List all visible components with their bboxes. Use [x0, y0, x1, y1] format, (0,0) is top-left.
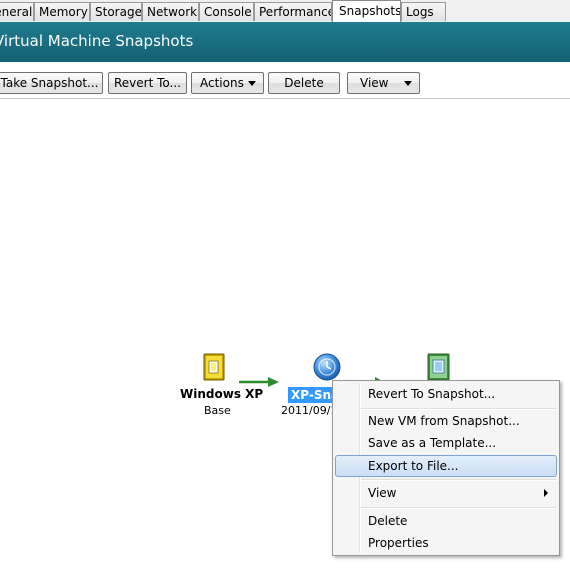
current-state-icon[interactable]	[425, 352, 453, 382]
delete-button[interactable]: Delete	[268, 72, 340, 94]
tab-memory[interactable]: Memory	[34, 2, 90, 21]
menu-item-label: Revert To Snapshot...	[368, 387, 496, 401]
button-label: Delete	[284, 76, 324, 90]
menu-item-label: View	[368, 486, 397, 500]
toolbar: Take Snapshot... Revert To... Actions De…	[0, 62, 570, 99]
menu-separator	[361, 507, 557, 509]
button-label: Actions	[200, 76, 244, 90]
take-snapshot-button[interactable]: Take Snapshot...	[0, 72, 103, 94]
tree-arrow	[238, 376, 280, 388]
tab-label: Console	[204, 5, 252, 19]
snapshot-clock-icon[interactable]	[312, 352, 342, 382]
tab-snapshots[interactable]: Snapshots	[332, 0, 401, 22]
chevron-down-icon	[404, 81, 412, 86]
tab-label: Network	[147, 5, 198, 19]
menu-item-label: Properties	[368, 536, 429, 550]
menu-item-label: Export to File...	[368, 459, 459, 473]
tab-performance[interactable]: Performance	[254, 2, 332, 21]
vm-base-icon[interactable]	[201, 352, 229, 382]
menu-item-new-vm-from-snapshot[interactable]: New VM from Snapshot...	[335, 410, 557, 432]
chevron-right-icon	[544, 489, 548, 497]
tab-console[interactable]: Console	[199, 2, 254, 21]
menu-item-label: New VM from Snapshot...	[368, 414, 520, 428]
revert-to-button[interactable]: Revert To...	[108, 72, 187, 94]
menu-item-label: Save as a Template...	[368, 436, 497, 450]
menu-separator	[361, 479, 557, 481]
node-subtitle: Base	[204, 404, 231, 417]
menu-item-label: Delete	[368, 514, 408, 528]
button-label: View	[360, 76, 389, 90]
tab-network[interactable]: Network	[142, 2, 199, 21]
button-label: Take Snapshot...	[0, 76, 99, 90]
tab-label: Logs	[406, 5, 434, 19]
tab-label: Performance	[259, 5, 332, 19]
tab-general[interactable]: General	[0, 2, 34, 21]
tab-label: Snapshots	[339, 4, 401, 18]
page-title: Virtual Machine Snapshots	[0, 32, 194, 50]
chevron-down-icon	[248, 81, 256, 86]
menu-item-export-to-file[interactable]: Export to File...	[335, 455, 557, 477]
button-label: Revert To...	[114, 76, 181, 90]
tab-storage[interactable]: Storage	[90, 2, 142, 21]
node-name[interactable]: Windows XP	[180, 387, 263, 401]
tab-logs[interactable]: Logs	[401, 2, 446, 21]
section-header: Virtual Machine Snapshots	[0, 22, 570, 62]
menu-item-view[interactable]: View	[335, 482, 557, 504]
menu-item-save-as-template[interactable]: Save as a Template...	[335, 432, 557, 454]
tab-label: General	[0, 5, 33, 19]
context-menu: Revert To Snapshot... New VM from Snapsh…	[332, 380, 560, 556]
view-dropdown-button[interactable]: View	[347, 72, 420, 94]
menu-item-revert-to-snapshot[interactable]: Revert To Snapshot...	[335, 383, 557, 405]
tab-bar: General Memory Storage Network Console P…	[0, 0, 570, 22]
tab-label: Memory	[39, 5, 88, 19]
tab-label: Storage	[95, 5, 142, 19]
actions-dropdown-button[interactable]: Actions	[191, 72, 264, 94]
menu-item-delete[interactable]: Delete	[335, 510, 557, 532]
menu-item-properties[interactable]: Properties	[335, 532, 557, 554]
